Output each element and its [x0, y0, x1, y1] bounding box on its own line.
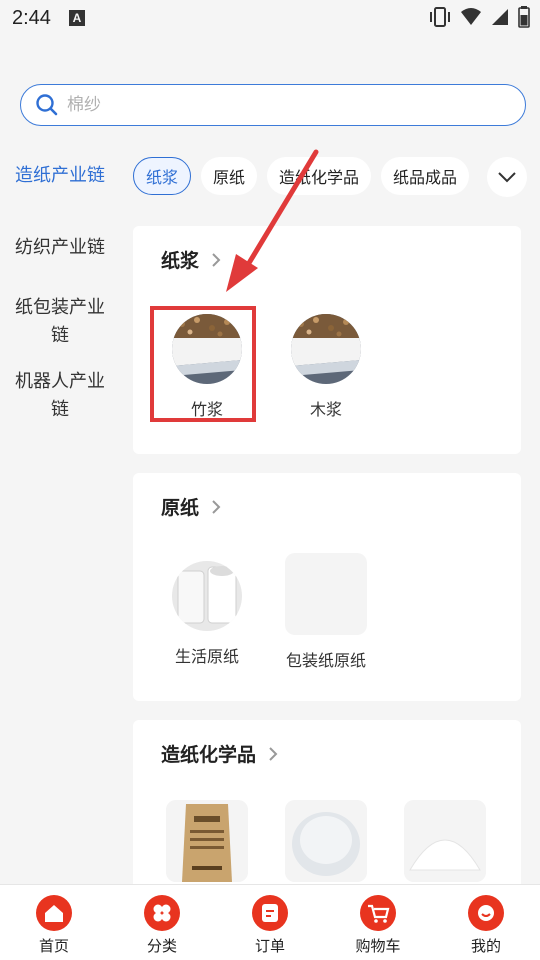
highlight-box — [150, 306, 256, 422]
chemical-bag-image — [166, 800, 248, 882]
product-name: 生活原纸 — [174, 647, 239, 666]
notification-icon: A — [68, 10, 85, 26]
chevron-right-icon — [269, 746, 278, 761]
status-bar: 2:44 A — [0, 0, 540, 36]
search-input[interactable] — [67, 95, 487, 115]
chevron-right-icon — [212, 499, 221, 514]
blank-image — [285, 553, 367, 635]
category-icon — [144, 895, 180, 931]
subcategory-chips: 纸浆 原纸 造纸化学品 纸品成品 — [133, 157, 470, 195]
chevron-right-icon — [212, 252, 221, 267]
search-icon — [36, 94, 58, 116]
cart-icon — [360, 895, 396, 931]
tab-orders[interactable]: 订单 — [216, 885, 324, 960]
product-chemical-3[interactable] — [395, 800, 495, 882]
search-bar[interactable] — [20, 84, 526, 126]
product-tissue-base-paper[interactable]: 生活原纸 — [157, 561, 257, 667]
vibrate-icon — [430, 7, 450, 27]
home-icon — [36, 895, 72, 931]
product-name: 木浆 — [309, 400, 342, 419]
order-icon — [252, 895, 288, 931]
chip-base-paper[interactable]: 原纸 — [201, 157, 258, 195]
sidebar-item-paper-packaging[interactable]: 纸包装产业链 — [0, 294, 120, 350]
tab-label: 分类 — [146, 937, 177, 955]
section-title-text: 造纸化学品 — [161, 744, 257, 766]
tab-label: 我的 — [470, 937, 501, 955]
sidebar-item-textile[interactable]: 纺织产业链 — [0, 234, 120, 262]
paper-roll-image — [172, 561, 242, 631]
section-title-text: 纸浆 — [161, 250, 200, 272]
section-title-text: 原纸 — [161, 497, 200, 519]
white-powder-image — [404, 800, 486, 882]
signal-icon — [492, 9, 508, 25]
chip-paper-products[interactable]: 纸品成品 — [381, 157, 470, 195]
tab-label: 首页 — [38, 937, 69, 955]
pulp-image — [291, 314, 361, 384]
status-time: 2:44 — [12, 6, 51, 29]
tab-category[interactable]: 分类 — [108, 885, 216, 960]
product-chemical-2[interactable] — [276, 800, 376, 882]
profile-icon — [468, 895, 504, 931]
section-title-base-paper[interactable]: 原纸 — [161, 493, 221, 520]
section-title-pulp[interactable]: 纸浆 — [161, 246, 221, 273]
product-chemical-1[interactable] — [157, 800, 257, 882]
product-packaging-base-paper[interactable]: 包装纸原纸 — [276, 553, 376, 671]
chip-paper-chemicals[interactable]: 造纸化学品 — [267, 157, 372, 195]
product-wood-pulp[interactable]: 木浆 — [276, 314, 376, 420]
section-card-base-paper: 原纸 生活原纸 包装纸原纸 — [133, 473, 521, 701]
product-name: 包装纸原纸 — [285, 651, 366, 670]
tab-home[interactable]: 首页 — [0, 885, 108, 960]
sidebar-item-robotics[interactable]: 机器人产业链 — [0, 368, 120, 424]
section-title-paper-chemicals[interactable]: 造纸化学品 — [161, 740, 278, 767]
white-granules-image — [285, 800, 367, 882]
tab-profile[interactable]: 我的 — [432, 885, 540, 960]
expand-chips-button[interactable] — [487, 157, 527, 197]
section-card-paper-chemicals: 造纸化学品 — [133, 720, 521, 900]
chip-pulp[interactable]: 纸浆 — [133, 157, 192, 195]
chevron-down-icon — [498, 172, 516, 183]
bottom-tab-bar: 首页 分类 订单 购物车 我的 — [0, 884, 540, 960]
battery-icon — [518, 6, 530, 28]
tab-label: 购物车 — [355, 937, 401, 955]
tab-cart[interactable]: 购物车 — [324, 885, 432, 960]
wifi-icon — [461, 8, 481, 25]
tab-label: 订单 — [254, 937, 285, 955]
status-icons — [428, 6, 530, 28]
sidebar-item-papermaking[interactable]: 造纸产业链 — [0, 162, 120, 190]
